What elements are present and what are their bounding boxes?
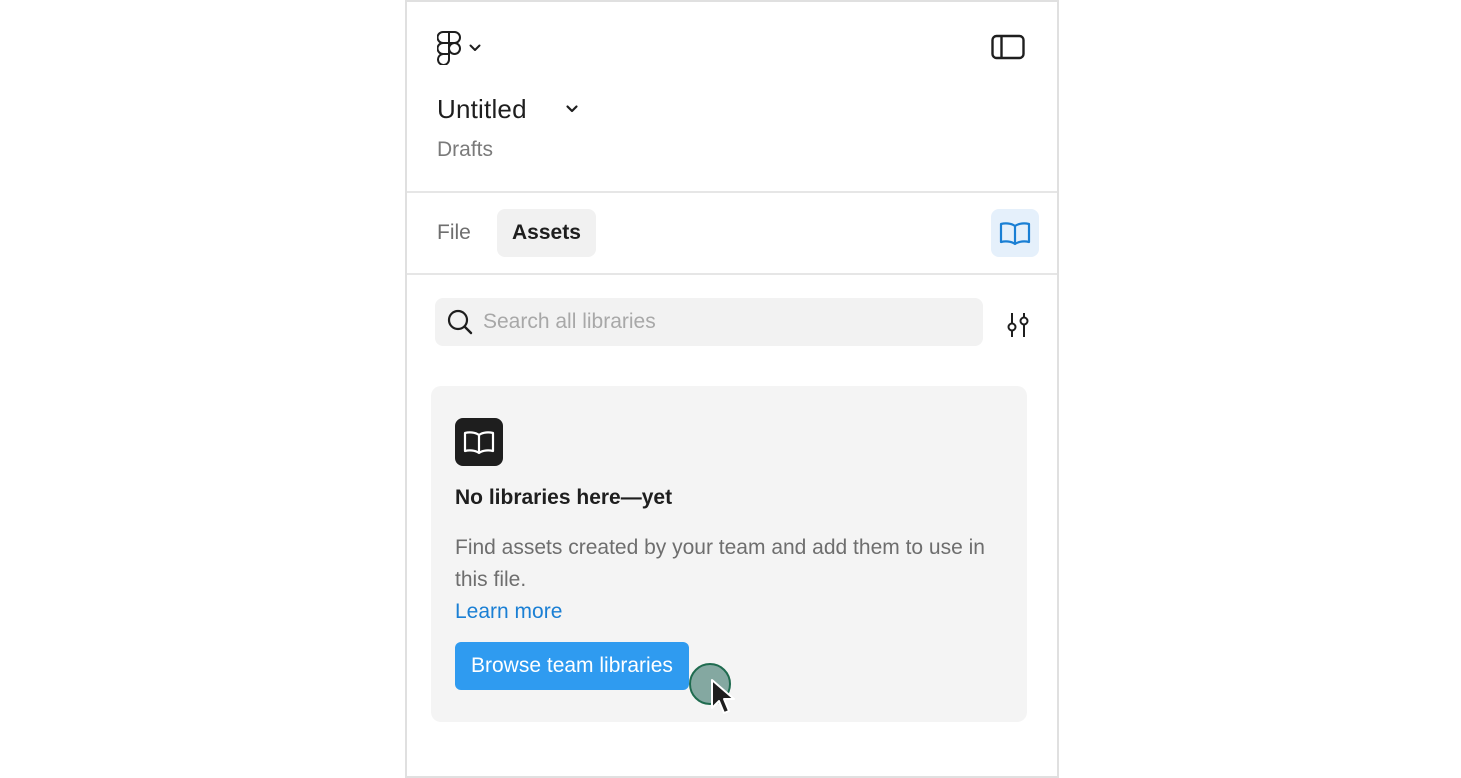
book-icon [463,431,495,455]
search-input[interactable] [483,298,963,346]
empty-libraries-card: No libraries here—yet Find assets create… [431,386,1027,722]
panel-header: Untitled Drafts [407,2,1057,193]
figma-logo-icon [437,31,461,65]
sliders-icon[interactable] [1003,310,1033,340]
sidebar-toggle-icon[interactable] [991,32,1025,62]
panel-tabs: File Assets [407,193,1057,275]
empty-state-heading: No libraries here—yet [455,486,673,509]
learn-more-link[interactable]: Learn more [455,596,562,628]
empty-state-description: Find assets created by your team and add… [455,536,985,591]
team-library-button[interactable] [991,209,1039,257]
chevron-down-icon [469,44,481,51]
book-icon [999,222,1031,246]
title-chevron-down-icon[interactable] [565,102,579,116]
main-menu-button[interactable] [437,28,497,68]
browse-team-libraries-button[interactable]: Browse team libraries [455,642,689,690]
assets-panel: Untitled Drafts File Assets Search all l… [405,0,1059,778]
tab-file[interactable]: File [422,209,486,257]
library-badge [455,418,503,466]
file-title[interactable]: Untitled [437,94,527,125]
tab-assets[interactable]: Assets [497,209,596,257]
file-location[interactable]: Drafts [437,138,493,162]
library-search [435,298,983,346]
search-icon [447,309,473,335]
